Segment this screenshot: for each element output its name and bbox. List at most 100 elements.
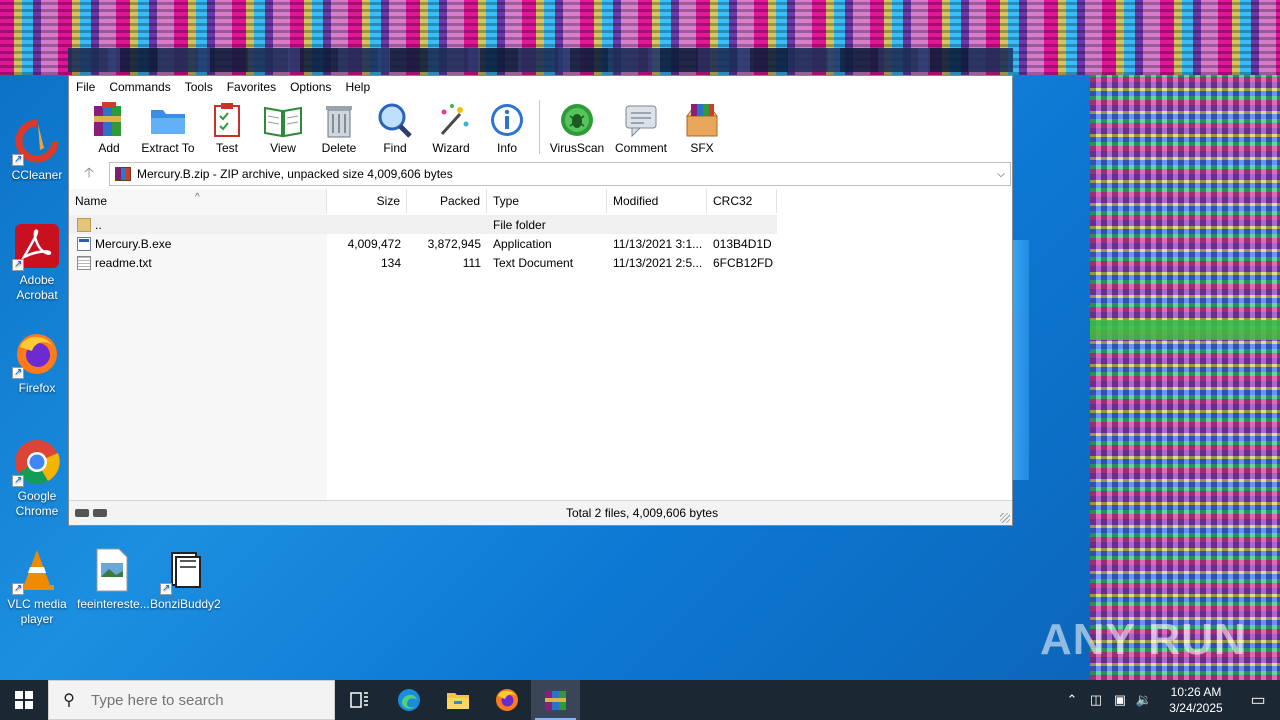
menu-file[interactable]: File: [76, 80, 95, 94]
key-icon[interactable]: [93, 509, 107, 517]
extract-to-button[interactable]: Extract To: [137, 98, 199, 155]
network-icon[interactable]: ▣: [1108, 692, 1132, 708]
windows-logo-icon: [15, 691, 33, 709]
winrar-window[interactable]: File Commands Tools Favorites Options He…: [68, 75, 1013, 526]
drive-icon[interactable]: [75, 509, 89, 517]
delete-button[interactable]: Delete: [311, 98, 367, 155]
taskbar-winrar[interactable]: [531, 680, 580, 720]
test-label: Test: [215, 141, 238, 155]
test-button[interactable]: Test: [199, 98, 255, 155]
column-header-packed[interactable]: Packed: [407, 189, 487, 213]
menu-options[interactable]: Options: [290, 80, 331, 94]
sfx-box-icon: [683, 102, 721, 138]
file-name: readme.txt: [95, 255, 152, 270]
desktop-icon-adobe-acrobat[interactable]: Adobe Acrobat: [2, 223, 72, 303]
table-row[interactable]: Mercury.B.exe 4,009,472 3,872,945 Applic…: [69, 234, 777, 253]
exe-icon: [77, 236, 91, 251]
firefox-icon: [495, 689, 518, 711]
wizard-button[interactable]: Wizard: [423, 98, 479, 155]
desktop-wallpaper-logo-edge: [1013, 240, 1029, 480]
column-header-name[interactable]: Name ^: [69, 189, 327, 213]
add-button[interactable]: Add: [81, 98, 137, 155]
file-size: 4,009,472: [347, 236, 401, 251]
menu-help[interactable]: Help: [345, 80, 370, 94]
up-arrow-icon[interactable]: 🡡: [69, 162, 109, 186]
taskbar-search[interactable]: ⚲: [48, 680, 335, 720]
desktop-icon-label: Adobe Acrobat: [16, 273, 58, 302]
desktop-icon-ccleaner[interactable]: CCleaner: [2, 118, 72, 183]
sfx-button[interactable]: SFX: [674, 98, 730, 155]
desktop-icon-label: BonziBuddy2: [150, 597, 221, 611]
toolbar-separator: [539, 100, 540, 154]
winrar-icon: [544, 691, 566, 710]
search-input[interactable]: [89, 690, 323, 710]
comment-button[interactable]: Comment: [608, 98, 674, 155]
file-modified: 11/13/2021 2:5...: [613, 255, 703, 270]
window-titlebar-garbled[interactable]: [68, 48, 1013, 72]
taskbar-firefox[interactable]: [482, 680, 531, 720]
resize-grip[interactable]: [1000, 513, 1010, 523]
device-icon[interactable]: ◫: [1084, 692, 1108, 708]
start-button[interactable]: [0, 680, 48, 720]
task-view-button[interactable]: [335, 680, 384, 720]
desktop-icon-bonzibuddy[interactable]: BonziBuddy2: [150, 547, 221, 612]
virusscan-label: VirusScan: [549, 141, 605, 155]
column-header-crc32[interactable]: CRC32: [707, 189, 777, 213]
notification-icon[interactable]: ▭: [1236, 690, 1280, 710]
comment-label: Comment: [614, 141, 667, 155]
test-clipboard-icon: [208, 102, 246, 138]
image-file-icon: [89, 547, 135, 593]
ccleaner-icon: [12, 118, 60, 167]
desktop-icon-firefox[interactable]: Firefox: [2, 331, 72, 396]
google-chrome-icon: [12, 439, 60, 488]
column-header-type[interactable]: Type: [487, 189, 607, 213]
menu-bar: File Commands Tools Favorites Options He…: [69, 76, 1012, 98]
winrar-archive-icon: [115, 167, 131, 181]
desktop-icon-label: feeintereste...: [77, 597, 150, 611]
file-name: Mercury.B.exe: [95, 236, 172, 251]
find-button[interactable]: Find: [367, 98, 423, 155]
desktop-icon-label: Google Chrome: [15, 489, 59, 518]
info-button[interactable]: Info: [479, 98, 535, 155]
table-row[interactable]: readme.txt 134 111 Text Document 11/13/2…: [69, 253, 777, 272]
column-header-modified[interactable]: Modified: [607, 189, 707, 213]
file-crc: 013B4D1D: [713, 236, 772, 251]
trash-icon: [320, 102, 358, 138]
file-packed: 111: [462, 255, 481, 270]
taskbar-file-explorer[interactable]: [433, 680, 482, 720]
taskbar: ⚲ ⌃ ◫ ▣ 🔉 10:26 AM 3/24/2025 ▭: [0, 680, 1280, 720]
toolbar: Add Extract To Test View Delete Find Wiz…: [69, 98, 1012, 158]
taskbar-edge[interactable]: [384, 680, 433, 720]
wizard-label: Wizard: [432, 141, 470, 155]
wand-icon: [432, 102, 470, 138]
archive-path-field[interactable]: Mercury.B.zip - ZIP archive, unpacked si…: [109, 162, 1011, 186]
glitch-artifact-top: [0, 0, 1280, 75]
chevron-up-icon[interactable]: ⌃: [1060, 692, 1084, 708]
view-book-icon: [264, 102, 302, 138]
file-list[interactable]: Name ^ Size Packed Type Modified CRC32 .…: [69, 189, 1012, 501]
clock[interactable]: 10:26 AM 3/24/2025: [1156, 684, 1236, 716]
desktop-icon-vlc[interactable]: VLC media player: [2, 547, 72, 627]
adobe-acrobat-icon: [12, 223, 60, 272]
volume-icon[interactable]: 🔉: [1132, 692, 1156, 708]
vlc-cone-icon: [12, 547, 60, 596]
chevron-down-icon[interactable]: ⌵: [992, 169, 1010, 180]
menu-commands[interactable]: Commands: [109, 80, 170, 94]
virusscan-button[interactable]: VirusScan: [546, 98, 608, 155]
status-text: Total 2 files, 4,009,606 bytes: [566, 506, 719, 520]
view-button[interactable]: View: [255, 98, 311, 155]
file-type: File folder: [493, 217, 546, 232]
menu-favorites[interactable]: Favorites: [227, 80, 276, 94]
desktop-icon-google-chrome[interactable]: Google Chrome: [2, 439, 72, 519]
column-header-size[interactable]: Size: [327, 189, 407, 213]
status-icons: [69, 509, 125, 517]
desktop-icon-image-file[interactable]: feeintereste...: [77, 547, 150, 612]
desktop-icon-label: VLC media player: [7, 597, 67, 626]
column-header-row: Name ^ Size Packed Type Modified CRC32: [69, 189, 777, 213]
file-type: Text Document: [493, 255, 574, 270]
table-row[interactable]: .. File folder: [69, 215, 777, 234]
desktop-icon-label: CCleaner: [11, 168, 63, 182]
extract-to-label: Extract To: [141, 141, 195, 155]
menu-tools[interactable]: Tools: [185, 80, 213, 94]
sfx-label: SFX: [690, 141, 714, 155]
